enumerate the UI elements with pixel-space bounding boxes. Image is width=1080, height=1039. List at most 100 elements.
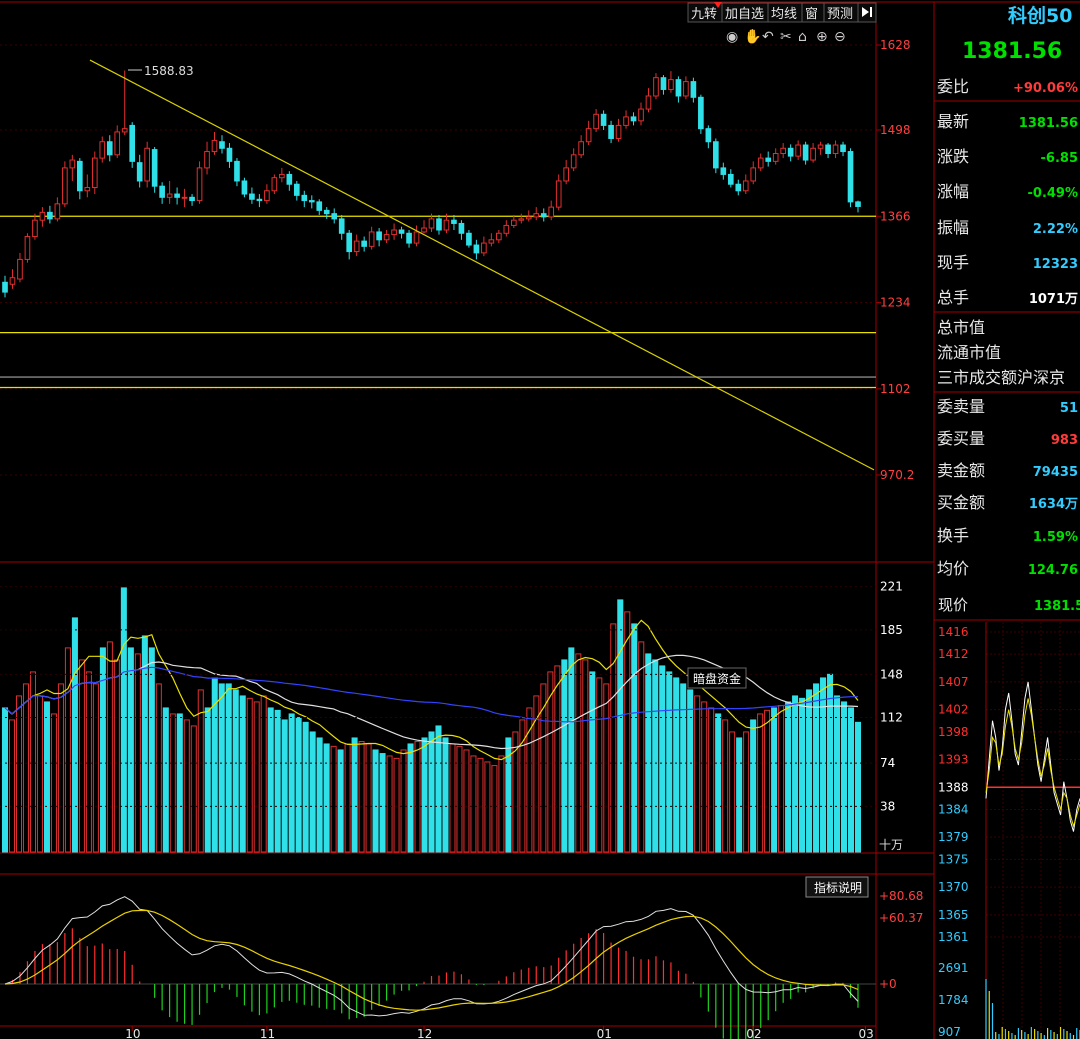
- price-grid: [0, 44, 876, 476]
- candle-body: [615, 124, 622, 139]
- candle-body: [436, 218, 442, 231]
- candle-body: [204, 151, 210, 169]
- candle: [204, 141, 210, 175]
- volume-bar: [85, 671, 92, 853]
- candle-body: [825, 144, 831, 155]
- candle: [585, 120, 592, 146]
- volume-bar: [477, 757, 484, 853]
- candle: [690, 77, 697, 103]
- intraday-price-tick: 1365: [938, 908, 969, 922]
- candle-body: [780, 147, 786, 155]
- volume-bar: [575, 653, 582, 853]
- candle-body: [481, 242, 487, 254]
- volume-bar: [169, 713, 176, 853]
- candle-body: [668, 79, 674, 90]
- candle: [181, 188, 188, 208]
- quote-row-value: -0.49%: [1028, 186, 1079, 201]
- volume-bar: [673, 677, 680, 853]
- volume-bar: [701, 701, 708, 853]
- candle: [166, 180, 173, 204]
- candle-body: [638, 108, 644, 122]
- toolbar-button-3[interactable]: 窗: [801, 2, 825, 23]
- indicator-explain-button[interactable]: 指标说明: [805, 876, 869, 898]
- volume-bar: [757, 713, 764, 853]
- trendline-segment: [89, 59, 875, 471]
- intraday-price-line: [985, 681, 1080, 832]
- candle: [810, 143, 816, 163]
- intraday-avg-line: [985, 698, 1080, 828]
- candle-body: [196, 167, 203, 202]
- candle-body: [683, 81, 689, 97]
- candle: [787, 144, 794, 162]
- candle-body: [308, 200, 315, 203]
- volume-bar: [799, 697, 806, 853]
- volume-bar: [29, 671, 36, 853]
- candle: [39, 207, 46, 227]
- volume-bar: [694, 695, 701, 853]
- volume-bar: [50, 713, 57, 853]
- price-tick-label: 1234: [880, 296, 911, 310]
- quote-row: 换手 1.59%: [937, 526, 1078, 545]
- date-tick-label: 11: [260, 1027, 275, 1039]
- candle: [24, 233, 31, 263]
- volume-bar: [820, 677, 827, 853]
- volume-bar: [428, 731, 435, 853]
- candle-body: [690, 81, 697, 98]
- volume-bar: [456, 745, 463, 853]
- quote-row-label: 委比: [937, 77, 969, 96]
- volume-bar: [134, 653, 141, 853]
- volume-bar: [568, 647, 575, 853]
- candle: [855, 200, 861, 213]
- toolbar-button-label: 加自选: [725, 7, 764, 22]
- quote-row-value: 1381.56: [1019, 116, 1078, 131]
- expand-icon[interactable]: [857, 2, 877, 23]
- intraday-vol-tick: 907: [938, 1025, 961, 1039]
- candlestick-series: [2, 70, 861, 298]
- candle: [211, 131, 218, 155]
- toolbar-button-1[interactable]: 加自选: [721, 2, 769, 23]
- candle-body: [563, 167, 570, 182]
- toolbar-button-2[interactable]: 均线: [767, 2, 803, 23]
- candle-body: [331, 213, 338, 220]
- candle-body: [293, 183, 300, 196]
- volume-bar: [722, 719, 729, 853]
- volume-bar: [407, 743, 414, 853]
- quote-row-label: 最新: [937, 112, 969, 131]
- trendline: [89, 59, 875, 471]
- candle-body: [114, 131, 121, 156]
- candle: [630, 112, 637, 126]
- quote-row: 均价 124.76: [937, 559, 1078, 578]
- candle-body: [451, 219, 457, 224]
- candle: [548, 200, 555, 221]
- quote-row: 现手 12323: [937, 253, 1078, 272]
- candle: [668, 71, 674, 93]
- candle: [847, 148, 854, 208]
- intraday-label: 现价: [938, 596, 968, 614]
- candle: [578, 135, 584, 159]
- candle: [780, 143, 786, 159]
- quote-row-label: 流通市值: [937, 343, 1001, 362]
- quote-row-label: 卖金额: [937, 461, 985, 480]
- volume-bar: [120, 587, 127, 853]
- toolbar-button-4[interactable]: 预测: [823, 2, 859, 23]
- quote-row-value: 124.76: [1028, 563, 1078, 578]
- candle: [750, 161, 757, 185]
- intraday-price-tick: 1402: [938, 703, 969, 717]
- volume-bar: [624, 611, 631, 853]
- toolbar-button-label: 预测: [827, 7, 853, 22]
- volume-bar: [1, 707, 9, 853]
- candle: [189, 194, 195, 206]
- quote-row-value: +90.06%: [1013, 81, 1078, 96]
- candle-body: [54, 203, 61, 220]
- volume-tick-label: 38: [880, 799, 895, 813]
- candle: [832, 140, 839, 159]
- quote-row-label: 三市成交额沪深京: [937, 368, 1065, 387]
- volume-bar: [847, 707, 855, 853]
- candle: [503, 220, 510, 237]
- quote-row: 涨跌 -6.85: [937, 147, 1078, 166]
- candle: [32, 213, 38, 240]
- candle: [383, 229, 390, 244]
- candle-body: [608, 124, 614, 139]
- volume-bar: [666, 671, 673, 853]
- dark-pool-annotation: 暗盘资金: [687, 667, 747, 689]
